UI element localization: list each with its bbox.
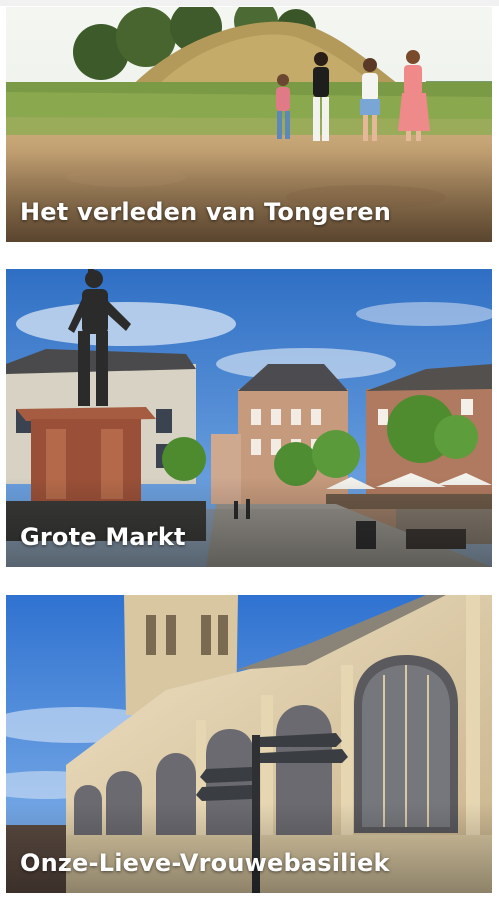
card-title: Het verleden van Tongeren	[20, 198, 392, 226]
card-het-verleden-van-tongeren[interactable]: Het verleden van Tongeren	[6, 7, 492, 242]
card-title: Grote Markt	[20, 523, 186, 551]
card-grote-markt[interactable]: Grote Markt	[6, 269, 492, 567]
title-shade	[6, 152, 492, 242]
title-shade	[6, 477, 492, 567]
card-onze-lieve-vrouwebasiliek[interactable]: Onze-Lieve-Vrouwebasiliek	[6, 595, 492, 893]
card-title: Onze-Lieve-Vrouwebasiliek	[20, 849, 390, 877]
title-shade	[6, 803, 492, 893]
page: Het verleden van Tongeren Grote Markt On…	[0, 0, 499, 900]
top-strip	[0, 0, 499, 6]
